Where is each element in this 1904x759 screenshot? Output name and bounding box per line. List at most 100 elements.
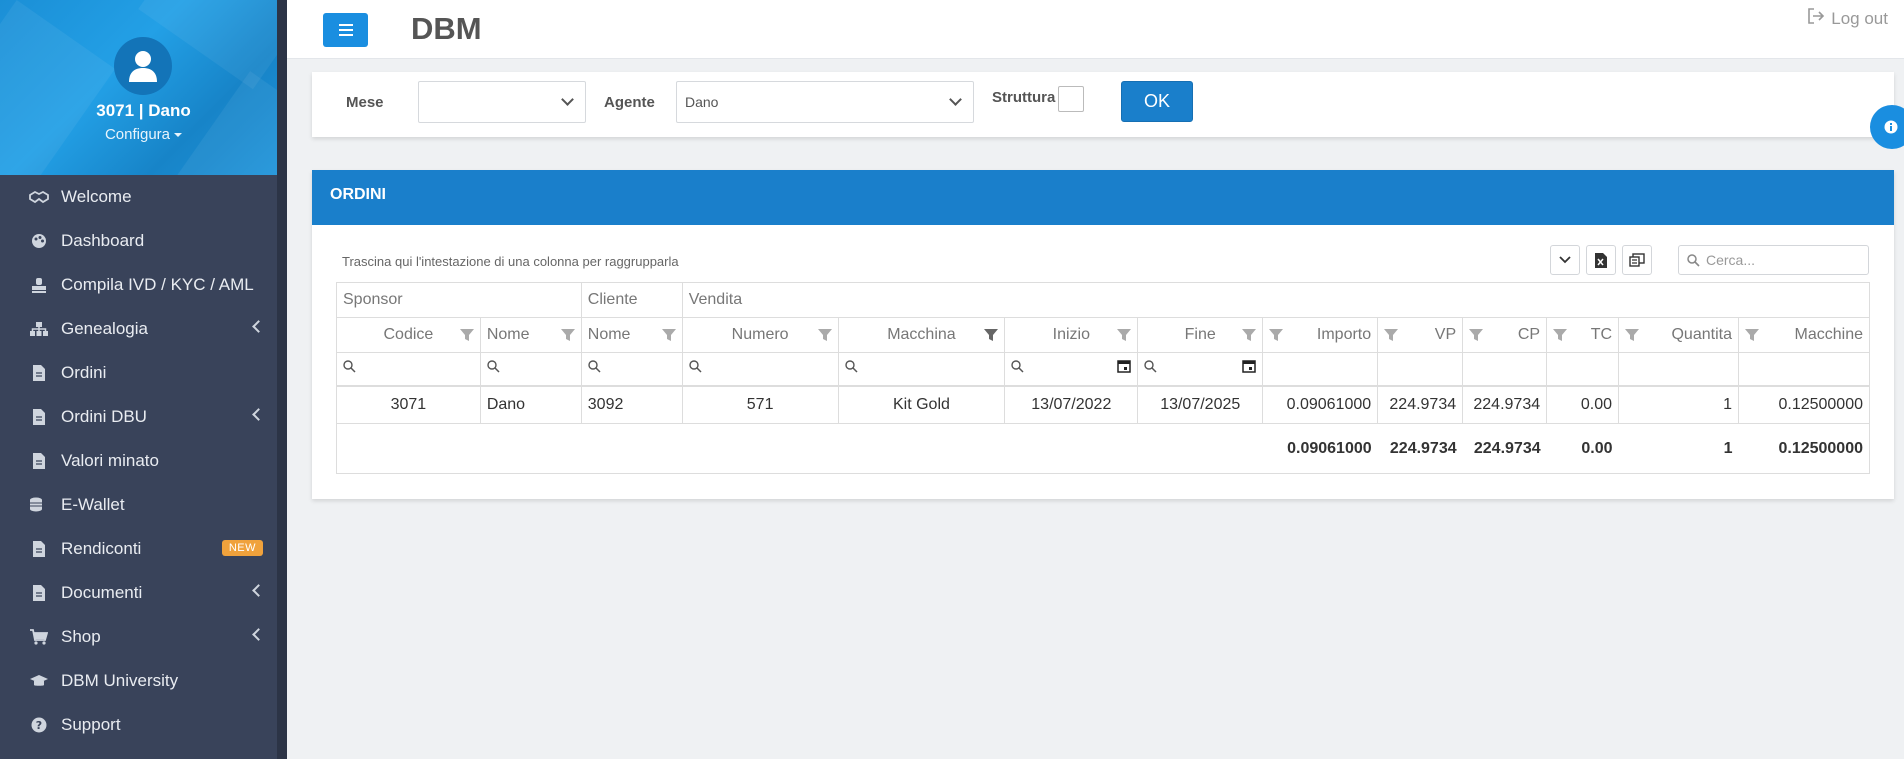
sidebar-item-dbm-university[interactable]: DBM University: [0, 659, 277, 703]
filter-icon[interactable]: [1384, 328, 1399, 342]
col-header-fine[interactable]: Fine: [1137, 317, 1264, 353]
sidebar-item-valori-minato[interactable]: Valori minato: [0, 439, 277, 483]
filter-icon[interactable]: [984, 328, 999, 342]
col-header-inizio[interactable]: Inizio: [1004, 317, 1139, 353]
col-header-vp[interactable]: VP: [1377, 317, 1464, 353]
filter-cell-fine[interactable]: [1137, 352, 1264, 386]
cell-nome-sponsor: Dano: [479, 384, 582, 424]
avatar[interactable]: [114, 37, 172, 95]
cell-importo: 0.09061000: [1262, 384, 1379, 424]
filter-icon[interactable]: [817, 328, 832, 342]
sidebar-item-ordini-dbu[interactable]: Ordini DBU: [0, 395, 277, 439]
coins-icon: [29, 496, 49, 514]
sidebar-item-support[interactable]: ? Support: [0, 703, 277, 747]
filter-cell-nome-cliente[interactable]: [580, 352, 683, 386]
calendar-icon[interactable]: [1117, 359, 1132, 378]
cell-fine: 13/07/2025: [1137, 384, 1264, 424]
sign-out-icon: [1807, 8, 1825, 29]
filter-icon[interactable]: [1117, 328, 1132, 342]
sidebar-item-genealogia[interactable]: Genealogia: [0, 307, 277, 351]
profile-panel: 3071 | Dano Configura: [0, 0, 287, 175]
col-header-codice[interactable]: Codice: [336, 317, 481, 353]
sidebar-item-compila[interactable]: Compila IVD / KYC / AML: [0, 263, 277, 307]
sidebar-item-welcome[interactable]: Welcome: [0, 175, 277, 219]
band-sponsor[interactable]: Sponsor: [336, 282, 582, 318]
agent-select[interactable]: Dano: [676, 81, 974, 123]
cell-vp: 224.9734: [1377, 384, 1464, 424]
sidebar-item-ordini[interactable]: Ordini: [0, 351, 277, 395]
menu-toggle-button[interactable]: [323, 13, 368, 47]
info-button[interactable]: [1870, 105, 1904, 149]
table-row[interactable]: 3071 Dano 3092 571 Kit Gold 13/07/2022 1…: [336, 384, 1871, 424]
column-chooser-button[interactable]: [1550, 245, 1580, 275]
total-importo: 0.09061000: [1262, 423, 1378, 474]
grid-search-input[interactable]: Cerca...: [1678, 245, 1869, 275]
filter-icon[interactable]: [560, 328, 575, 342]
search-icon: [588, 360, 601, 377]
ok-button[interactable]: OK: [1121, 81, 1193, 122]
search-icon: [1011, 360, 1024, 378]
sidebar-item-shop[interactable]: Shop: [0, 615, 277, 659]
filter-row: [336, 352, 1871, 386]
orders-panel: ORDINI Trascina qui l'intestazione di un…: [312, 170, 1894, 499]
top-bar: DBM Log out: [287, 0, 1904, 59]
filter-icon[interactable]: [1269, 328, 1284, 342]
col-header-macchine[interactable]: Macchine: [1737, 317, 1871, 353]
filter-icon[interactable]: [1242, 328, 1257, 342]
filter-cell-numero[interactable]: [681, 352, 839, 386]
filter-cell-nome-sponsor[interactable]: [479, 352, 582, 386]
file-icon: [29, 584, 49, 602]
logout-link[interactable]: Log out: [1807, 8, 1888, 29]
column-layout-button[interactable]: [1622, 245, 1652, 275]
page-title: DBM: [411, 11, 482, 46]
filter-cell-vp[interactable]: [1377, 352, 1464, 386]
filter-icon[interactable]: [459, 328, 474, 342]
filter-cell-inizio[interactable]: [1004, 352, 1139, 386]
chevron-left-icon: [252, 584, 265, 597]
structure-checkbox[interactable]: [1058, 86, 1084, 112]
filter-cell-macchina[interactable]: [837, 352, 1006, 386]
filter-cell-cp[interactable]: [1462, 352, 1548, 386]
search-placeholder: Cerca...: [1706, 252, 1756, 268]
sidebar-item-label: Genealogia: [61, 319, 148, 338]
config-dropdown[interactable]: Configura: [0, 126, 287, 143]
band-vendita[interactable]: Vendita: [681, 282, 1871, 318]
sidebar-item-documenti[interactable]: Documenti: [0, 571, 277, 615]
filter-icon[interactable]: [1625, 328, 1640, 342]
month-select[interactable]: [418, 81, 586, 123]
col-header-tc[interactable]: TC: [1546, 317, 1620, 353]
export-excel-button[interactable]: [1586, 245, 1616, 275]
col-header-importo[interactable]: Importo: [1262, 317, 1379, 353]
calendar-icon[interactable]: [1242, 359, 1256, 378]
col-header-cp[interactable]: CP: [1462, 317, 1548, 353]
col-header-nome-sponsor[interactable]: Nome: [479, 317, 582, 353]
filter-cell-quantita[interactable]: [1618, 352, 1739, 386]
sidebar-item-e-wallet[interactable]: E-Wallet: [0, 483, 277, 527]
config-label[interactable]: Configura: [105, 126, 170, 143]
filter-icon[interactable]: [1744, 328, 1759, 342]
graduation-cap-icon: [29, 672, 49, 690]
col-header-numero[interactable]: Numero: [681, 317, 839, 353]
band-cliente[interactable]: Cliente: [580, 282, 683, 318]
logout-label[interactable]: Log out: [1831, 9, 1888, 29]
col-header-quantita[interactable]: Quantita: [1618, 317, 1739, 353]
sidebar-item-label: Dashboard: [61, 231, 145, 250]
col-label: Macchine: [1794, 326, 1863, 343]
filter-icon[interactable]: [1553, 328, 1568, 342]
group-panel-hint[interactable]: Trascina qui l'intestazione di una colon…: [342, 254, 679, 269]
col-header-macchina[interactable]: Macchina: [837, 317, 1006, 353]
col-label: TC: [1590, 326, 1613, 343]
filter-cell-importo[interactable]: [1262, 352, 1379, 386]
sidebar-item-dashboard[interactable]: Dashboard: [0, 219, 277, 263]
sidebar-item-label: Valori minato: [61, 451, 159, 470]
filter-cell-tc[interactable]: [1546, 352, 1620, 386]
cell-quantita: 1: [1618, 384, 1739, 424]
search-icon: [689, 360, 702, 377]
sidebar-item-rendiconti[interactable]: Rendiconti NEW: [0, 527, 277, 571]
question-circle-icon: ?: [29, 716, 49, 734]
filter-icon[interactable]: [661, 328, 676, 342]
filter-icon[interactable]: [1469, 328, 1484, 342]
col-header-nome-cliente[interactable]: Nome: [580, 317, 683, 353]
filter-cell-macchine[interactable]: [1737, 352, 1871, 386]
filter-cell-codice[interactable]: [336, 352, 481, 386]
